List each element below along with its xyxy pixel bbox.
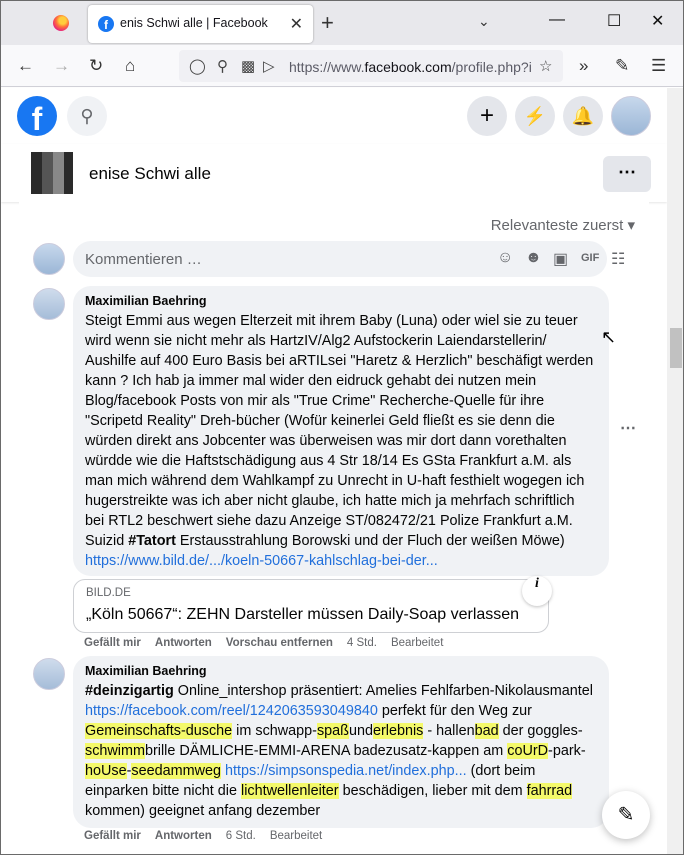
- menu-icon[interactable]: ☰: [651, 56, 666, 76]
- camera-icon[interactable]: ▣: [553, 249, 568, 269]
- comment-time[interactable]: 4 Std.: [347, 637, 377, 649]
- forward-icon[interactable]: →: [53, 56, 70, 76]
- my-avatar[interactable]: [33, 243, 65, 275]
- minimize-icon[interactable]: —: [549, 11, 565, 29]
- navigation-bar: ← → ↻ ⌂ ◯ ⚲ ▩ ▷ https://www.facebook.com…: [1, 45, 683, 87]
- comment-bubble: Maximilian Baehring #deinzigartig Online…: [73, 656, 609, 828]
- url-bar[interactable]: ◯ ⚲ ▩ ▷ https://www.facebook.com/profile…: [179, 50, 563, 82]
- new-message-compose-icon[interactable]: ✎: [602, 791, 650, 839]
- sticker-icon[interactable]: ☷: [611, 249, 625, 269]
- bookmark-star-icon[interactable]: ☆: [539, 57, 552, 75]
- reply-button[interactable]: Antworten: [155, 637, 212, 649]
- comment-actions: Gefällt mir Antworten 6 Std. Bearbeitet: [84, 830, 336, 842]
- like-button[interactable]: Gefällt mir: [84, 830, 141, 842]
- list-all-tabs-icon[interactable]: ⌄: [478, 13, 490, 30]
- tab-close-icon[interactable]: ✕: [290, 14, 303, 34]
- new-tab-button[interactable]: +: [321, 10, 334, 36]
- caret-down-icon: ▾: [627, 217, 635, 234]
- comment-input[interactable]: Kommentieren … ☺ ☻ ▣ GIF ☷: [73, 241, 625, 277]
- back-icon[interactable]: ←: [17, 56, 34, 76]
- tab-strip: f enis Schwi alle | Facebook ✕ + ⌄ — ☐ ✕: [1, 1, 683, 45]
- like-button[interactable]: Gefällt mir: [84, 637, 141, 649]
- browser-tab-active[interactable]: f enis Schwi alle | Facebook ✕: [88, 5, 313, 43]
- link-preview-card[interactable]: BILD.DE „Köln 50667“: ZEHN Darsteller mü…: [73, 576, 552, 633]
- comment-bubble: Maximilian Baehring Steigt Emmi aus wege…: [73, 286, 609, 576]
- extensions-icon[interactable]: ✎: [615, 56, 629, 76]
- profile-header: enise Schwi alle ⋯: [1, 144, 667, 202]
- browser-window: f enis Schwi alle | Facebook ✕ + ⌄ — ☐ ✕…: [0, 0, 684, 855]
- tracking-protection-icon[interactable]: ◯: [189, 57, 206, 75]
- comment-text: Steigt Emmi aus wegen Elterzeit mit ihre…: [85, 313, 594, 569]
- preview-site: BILD.DE: [86, 587, 131, 599]
- overflow-chevrons-icon[interactable]: »: [579, 56, 588, 76]
- gif-icon[interactable]: GIF: [581, 252, 599, 264]
- notifications-bell-icon[interactable]: 🔔: [563, 96, 603, 136]
- close-window-icon[interactable]: ✕: [651, 11, 664, 31]
- comment-author-avatar[interactable]: [33, 288, 65, 320]
- hashtag-link[interactable]: #Tatort: [128, 533, 176, 549]
- edited-label: Bearbeitet: [269, 830, 323, 842]
- info-icon[interactable]: i: [522, 576, 552, 606]
- camera-blocked-icon[interactable]: ▷: [263, 57, 275, 75]
- comments-panel: Relevanteste zuerst ▾ Kommentieren … ☺ ☻…: [19, 202, 649, 854]
- mouse-cursor-icon: ↖: [601, 327, 617, 347]
- comment-composer: Kommentieren … ☺ ☻ ▣ GIF ☷: [33, 241, 633, 279]
- messenger-icon[interactable]: ⚡: [515, 96, 555, 136]
- avatar-sticker-icon[interactable]: ☺: [497, 249, 513, 267]
- reel-link[interactable]: https://facebook.com/reel/12420635930498…: [85, 703, 378, 719]
- url-text[interactable]: https://www.facebook.com/profile.php?i: [289, 59, 532, 75]
- facebook-header: f ⚲ + ⚡ 🔔: [1, 88, 667, 144]
- emoji-icon[interactable]: ☻: [525, 249, 542, 267]
- hashtag-link[interactable]: #deinzigartig: [85, 683, 174, 699]
- scrollbar-thumb[interactable]: [670, 328, 682, 368]
- reply-button[interactable]: Antworten: [155, 830, 212, 842]
- permissions-icon[interactable]: ▩: [241, 57, 255, 75]
- comment-author-avatar[interactable]: [33, 658, 65, 690]
- remove-preview-button[interactable]: Vorschau entfernen: [226, 637, 333, 649]
- account-avatar[interactable]: [611, 96, 651, 136]
- comment-actions: Gefällt mir Antworten Vorschau entfernen 4 …: [84, 637, 457, 649]
- preview-title: „Köln 50667“: ZEHN Darsteller müssen Dai…: [86, 606, 520, 623]
- sort-comments-dropdown[interactable]: Relevanteste zuerst ▾: [491, 216, 635, 234]
- lock-icon[interactable]: ⚲: [217, 57, 228, 75]
- profile-more-button[interactable]: ⋯: [603, 156, 651, 192]
- facebook-favicon-icon: f: [98, 16, 114, 32]
- comment-text: #deinzigartig Online_intershop präsentie…: [85, 683, 593, 819]
- comment-options-icon[interactable]: ⋯: [620, 418, 636, 438]
- search-icon[interactable]: ⚲: [67, 96, 107, 136]
- tab-title: enis Schwi alle | Facebook: [120, 16, 268, 30]
- firefox-icon[interactable]: [53, 15, 69, 31]
- page-scrollbar[interactable]: [667, 88, 683, 854]
- maximize-icon[interactable]: ☐: [607, 11, 621, 31]
- reload-icon[interactable]: ↻: [89, 56, 103, 76]
- simpsonspedia-link[interactable]: https://simpsonspedia.net/index.php...: [225, 763, 467, 779]
- profile-picture[interactable]: [31, 152, 73, 194]
- comment-time[interactable]: 6 Std.: [226, 830, 256, 842]
- create-icon[interactable]: +: [467, 96, 507, 136]
- facebook-logo-icon[interactable]: f: [17, 96, 57, 137]
- edited-label: Bearbeitet: [390, 637, 444, 649]
- home-icon[interactable]: ⌂: [125, 56, 135, 76]
- profile-name[interactable]: enise Schwi alle: [89, 164, 211, 184]
- comment-link[interactable]: https://www.bild.de/.../koeln-50667-kahl…: [85, 553, 438, 569]
- comment-author[interactable]: Maximilian Baehring: [85, 664, 597, 678]
- comment-author[interactable]: Maximilian Baehring: [85, 294, 597, 308]
